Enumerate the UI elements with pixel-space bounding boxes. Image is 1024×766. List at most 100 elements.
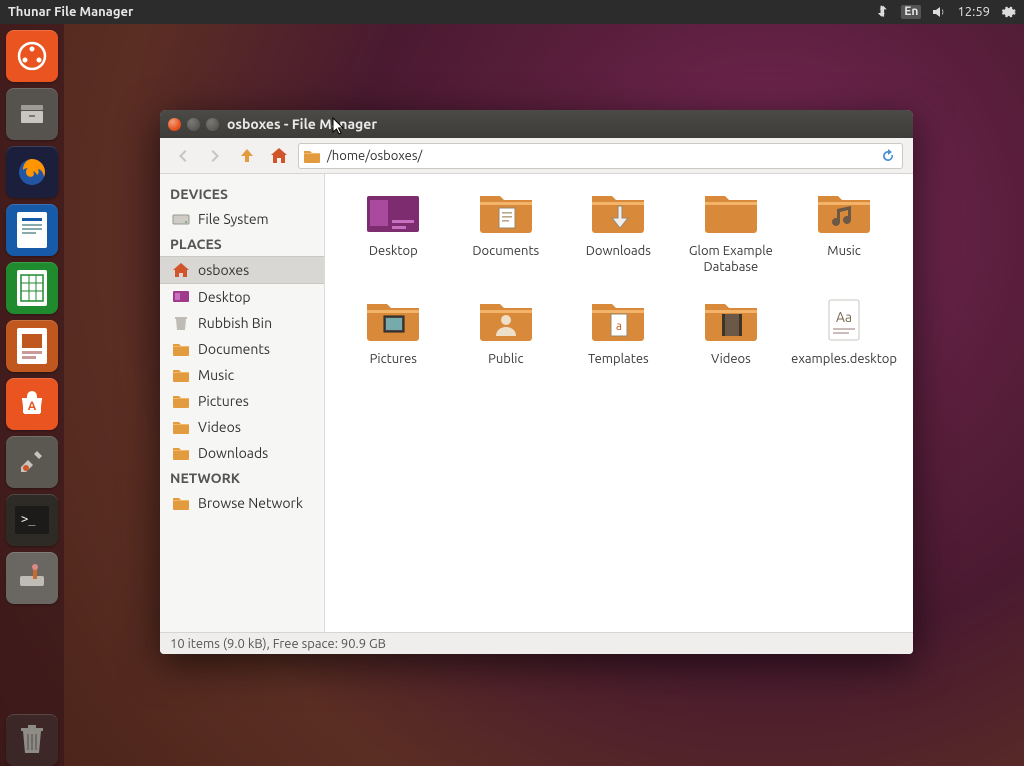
file-label: Music <box>827 243 861 259</box>
sidebar-header: PLACES <box>160 232 324 256</box>
network-icon[interactable] <box>875 4 891 20</box>
file-item-desktop[interactable]: Desktop <box>339 188 448 278</box>
launcher-files[interactable] <box>6 88 58 140</box>
file-icon <box>364 190 422 237</box>
launcher-impress[interactable] <box>6 320 58 372</box>
launcher-writer[interactable] <box>6 204 58 256</box>
gear-icon[interactable] <box>1000 4 1016 20</box>
home-icon <box>172 261 190 279</box>
nav-up-button[interactable] <box>234 143 260 169</box>
sidebar-item-label: Pictures <box>198 393 249 409</box>
launcher-trash[interactable] <box>6 714 58 766</box>
nav-back-button[interactable] <box>170 143 196 169</box>
file-label: Downloads <box>586 243 651 259</box>
sidebar-item-osboxes[interactable]: osboxes <box>160 256 324 284</box>
file-icon <box>364 298 422 345</box>
sidebar-item-music[interactable]: Music <box>160 362 324 388</box>
trash-icon <box>172 314 190 332</box>
launcher-settings[interactable] <box>6 436 58 488</box>
file-item-music[interactable]: Music <box>789 188 899 278</box>
file-item-examples-desktop[interactable]: Aa examples.desktop <box>789 296 899 369</box>
status-bar: 10 items (9.0 kB), Free space: 90.9 GB <box>160 632 913 654</box>
sidebar-item-pictures[interactable]: Pictures <box>160 388 324 414</box>
file-item-videos[interactable]: Videos <box>677 296 786 369</box>
svg-text:Aa: Aa <box>836 309 852 325</box>
minimize-button[interactable] <box>187 118 200 131</box>
svg-text:A: A <box>28 400 37 413</box>
sidebar-item-label: Rubbish Bin <box>198 315 272 331</box>
drive-icon <box>172 210 190 228</box>
sidebar-item-browse-network[interactable]: Browse Network <box>160 490 324 516</box>
sidebar-item-label: Desktop <box>198 289 251 305</box>
sidebar-item-label: Music <box>198 367 234 383</box>
sidebar-item-videos[interactable]: Videos <box>160 414 324 440</box>
close-button[interactable] <box>168 118 181 131</box>
window-body: DEVICESFile SystemPLACESosboxesDesktopRu… <box>160 174 913 632</box>
desktop-icon <box>172 288 190 306</box>
nav-forward-button[interactable] <box>202 143 228 169</box>
launcher-software[interactable]: A <box>6 378 58 430</box>
launcher: A >_ <box>0 24 64 766</box>
window-buttons <box>168 118 219 131</box>
sidebar-item-documents[interactable]: Documents <box>160 336 324 362</box>
file-item-downloads[interactable]: Downloads <box>564 188 673 278</box>
address-path[interactable]: /home/osboxes/ <box>327 149 874 163</box>
address-bar[interactable]: /home/osboxes/ <box>298 143 903 169</box>
folder-icon <box>172 444 190 462</box>
file-icon: Aa <box>815 298 873 345</box>
sidebar-item-desktop[interactable]: Desktop <box>160 284 324 310</box>
svg-text:a: a <box>616 320 622 333</box>
status-text: 10 items (9.0 kB), Free space: 90.9 GB <box>170 637 386 651</box>
file-item-documents[interactable]: Documents <box>452 188 561 278</box>
launcher-dash[interactable] <box>6 30 58 82</box>
file-icon <box>477 190 535 237</box>
window-titlebar[interactable]: osboxes - File Manager <box>160 110 913 138</box>
sidebar-item-file-system[interactable]: File System <box>160 206 324 232</box>
file-item-public[interactable]: Public <box>452 296 561 369</box>
file-item-pictures[interactable]: Pictures <box>339 296 448 369</box>
launcher-calc[interactable] <box>6 262 58 314</box>
nav-home-button[interactable] <box>266 143 292 169</box>
file-manager-window: osboxes - File Manager /home/osboxes/ DE… <box>160 110 913 654</box>
file-label: Public <box>488 351 523 367</box>
folder-icon <box>172 494 190 512</box>
file-label: examples.desktop <box>791 351 897 367</box>
clock[interactable]: 12:59 <box>957 5 990 19</box>
file-item-templates[interactable]: aTemplates <box>564 296 673 369</box>
maximize-button[interactable] <box>206 118 219 131</box>
menubar: Thunar File Manager En 12:59 <box>0 0 1024 24</box>
indicator-area: En 12:59 <box>875 0 1016 24</box>
launcher-firefox[interactable] <box>6 146 58 198</box>
sidebar-item-label: Downloads <box>198 445 268 461</box>
file-label: Glom Example Database <box>679 243 784 276</box>
sound-icon[interactable] <box>931 4 947 20</box>
address-folder-icon <box>303 148 321 164</box>
sidebar-item-downloads[interactable]: Downloads <box>160 440 324 466</box>
file-label: Desktop <box>369 243 418 259</box>
launcher-terminal[interactable]: >_ <box>6 494 58 546</box>
svg-text:>_: >_ <box>21 512 36 526</box>
file-icon <box>702 190 760 237</box>
file-label: Pictures <box>370 351 417 367</box>
folder-icon <box>172 340 190 358</box>
toolbar: /home/osboxes/ <box>160 138 913 174</box>
file-item-glom-example-database[interactable]: Glom Example Database <box>677 188 786 278</box>
reload-icon[interactable] <box>880 148 896 164</box>
sidebar-item-label: Browse Network <box>198 495 303 511</box>
file-icon <box>477 298 535 345</box>
sidebar-item-rubbish-bin[interactable]: Rubbish Bin <box>160 310 324 336</box>
launcher-dconf[interactable] <box>6 552 58 604</box>
file-icon: a <box>589 298 647 345</box>
sidebar-header: NETWORK <box>160 466 324 490</box>
file-label: Documents <box>472 243 539 259</box>
file-icon <box>815 190 873 237</box>
folder-icon <box>172 366 190 384</box>
file-icon <box>702 298 760 345</box>
file-label: Videos <box>711 351 751 367</box>
file-grid[interactable]: Desktop Documents Downloads Glom Example Da… <box>325 174 913 632</box>
language-indicator[interactable]: En <box>901 5 921 19</box>
sidebar-item-label: Videos <box>198 419 241 435</box>
menubar-app-title: Thunar File Manager <box>8 5 133 19</box>
folder-icon <box>172 392 190 410</box>
sidebar-item-label: Documents <box>198 341 270 357</box>
